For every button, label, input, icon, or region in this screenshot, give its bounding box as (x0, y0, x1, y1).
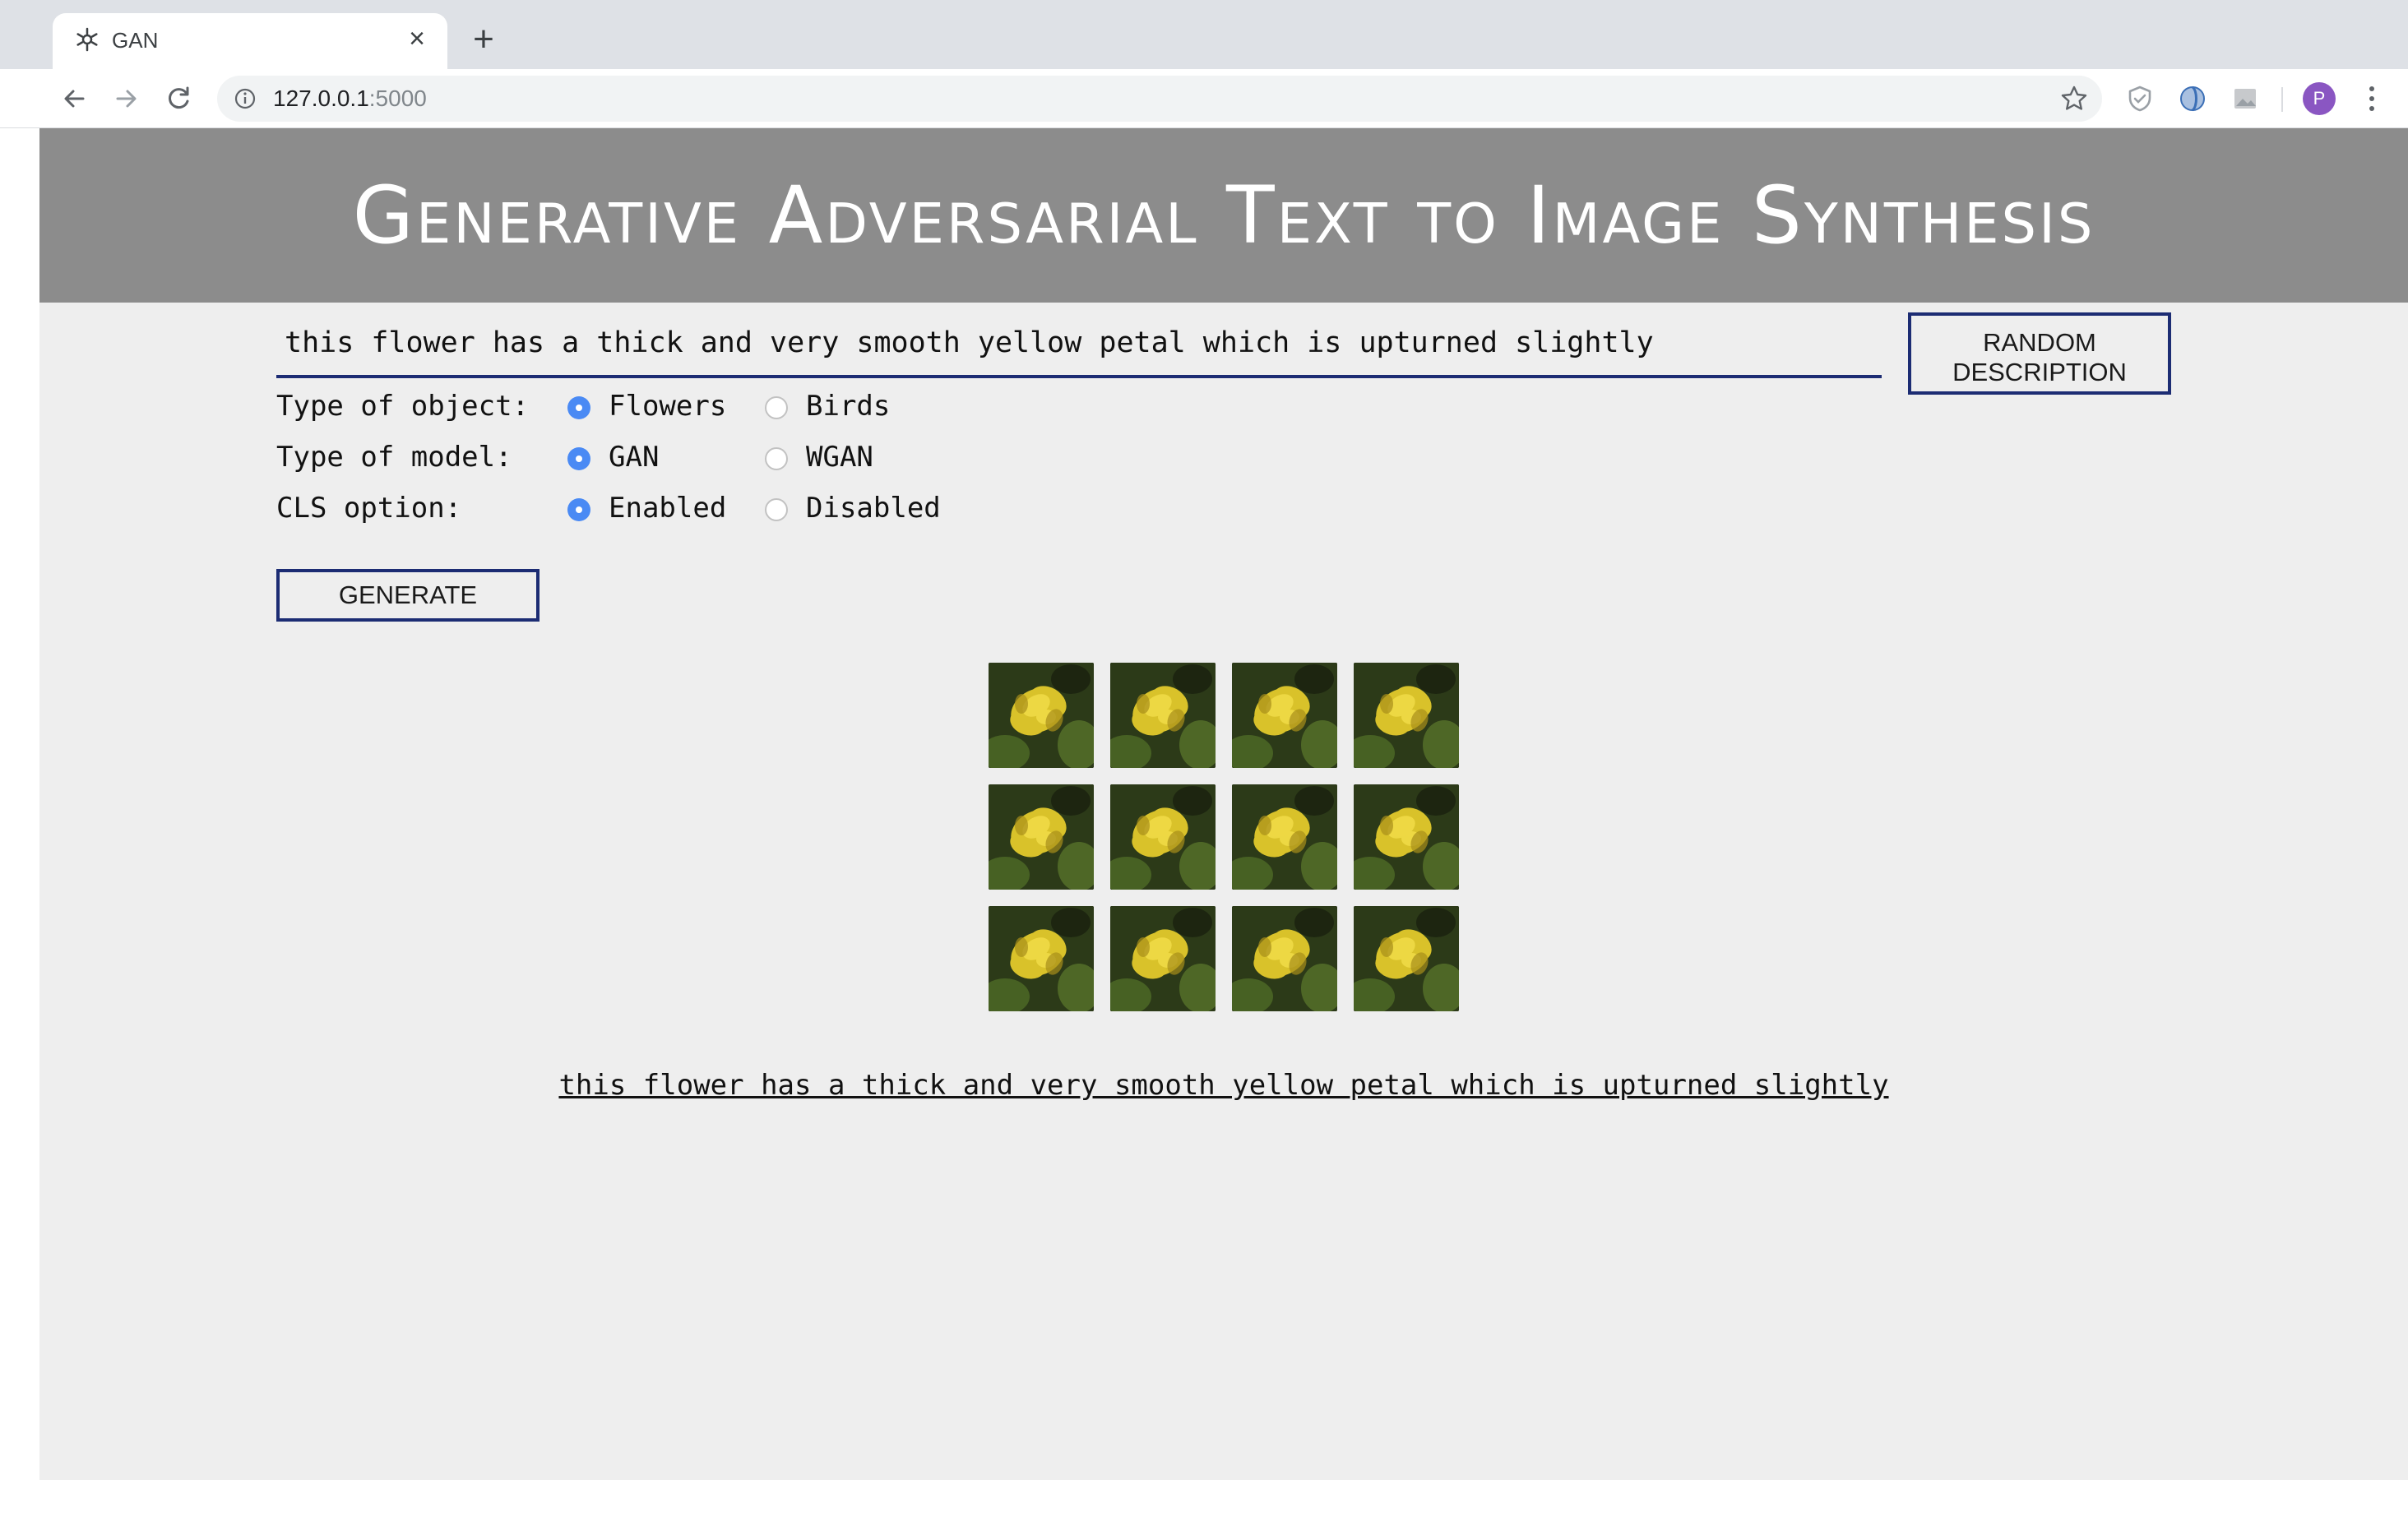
page-title: Generative Adversarial Text to Image Syn… (352, 169, 2095, 261)
radio-wgan[interactable] (765, 447, 788, 470)
generate-button[interactable]: GENERATE (276, 569, 539, 622)
image-extension-icon[interactable] (2230, 84, 2260, 113)
generated-flower-image (1110, 663, 1216, 768)
generated-flower-image (989, 784, 1094, 890)
info-icon[interactable] (234, 87, 257, 110)
address-bar[interactable]: 127.0.0.1:5000 (217, 76, 2102, 122)
generated-flower-image (1354, 663, 1459, 768)
favicon-icon (76, 27, 98, 52)
generated-flower-image (989, 663, 1094, 768)
globe-extension-icon[interactable] (2178, 84, 2207, 113)
model-type-label: Type of model: (276, 441, 512, 474)
option-flowers: Flowers (609, 390, 727, 423)
back-arrow-icon[interactable] (59, 84, 89, 113)
radio-enabled[interactable] (567, 498, 590, 521)
generated-image-grid (989, 663, 1461, 1013)
generated-flower-image (1110, 784, 1216, 890)
radio-flowers[interactable] (567, 396, 590, 419)
option-wgan: WGAN (806, 441, 873, 474)
radio-gan[interactable] (567, 447, 590, 470)
option-disabled: Disabled (806, 492, 941, 525)
object-type-label: Type of object: (276, 390, 530, 423)
browser-toolbar: 127.0.0.1:5000 P (0, 69, 2408, 128)
profile-avatar[interactable]: P (2303, 82, 2336, 115)
reload-icon[interactable] (164, 84, 194, 113)
forward-arrow-icon[interactable] (112, 84, 141, 113)
generated-flower-image (1232, 784, 1337, 890)
browser-tab[interactable]: GAN × (53, 13, 447, 69)
generated-caption[interactable]: this flower has a thick and very smooth … (39, 1069, 2408, 1102)
shield-extension-icon[interactable] (2125, 84, 2155, 113)
description-input[interactable] (276, 311, 1882, 378)
bookmark-star-icon[interactable] (2059, 84, 2089, 113)
random-description-button[interactable]: RANDOM DESCRIPTION (1908, 312, 2171, 395)
option-birds: Birds (806, 390, 891, 423)
page-content: Generative Adversarial Text to Image Syn… (39, 128, 2408, 1480)
url-port: :5000 (368, 86, 427, 111)
cls-option-label: CLS option: (276, 492, 462, 525)
radio-disabled[interactable] (765, 498, 788, 521)
generated-flower-image (1354, 784, 1459, 890)
generated-flower-image (1354, 906, 1459, 1011)
url-text: 127.0.0.1:5000 (273, 86, 427, 112)
header-banner: Generative Adversarial Text to Image Syn… (39, 128, 2408, 303)
close-icon[interactable]: × (403, 25, 431, 53)
option-gan: GAN (609, 441, 660, 474)
browser-tabstrip: GAN × + (0, 0, 2408, 69)
radio-birds[interactable] (765, 396, 788, 419)
option-enabled: Enabled (609, 492, 727, 525)
generated-flower-image (1232, 663, 1337, 768)
toolbar-separator (2281, 87, 2283, 112)
url-host: 127.0.0.1 (273, 86, 369, 111)
generated-flower-image (1110, 906, 1216, 1011)
new-tab-icon[interactable]: + (467, 21, 500, 58)
generated-flower-image (1232, 906, 1337, 1011)
tab-title: GAN (112, 28, 159, 53)
generated-flower-image (989, 906, 1094, 1011)
more-menu-icon[interactable] (2357, 82, 2387, 115)
